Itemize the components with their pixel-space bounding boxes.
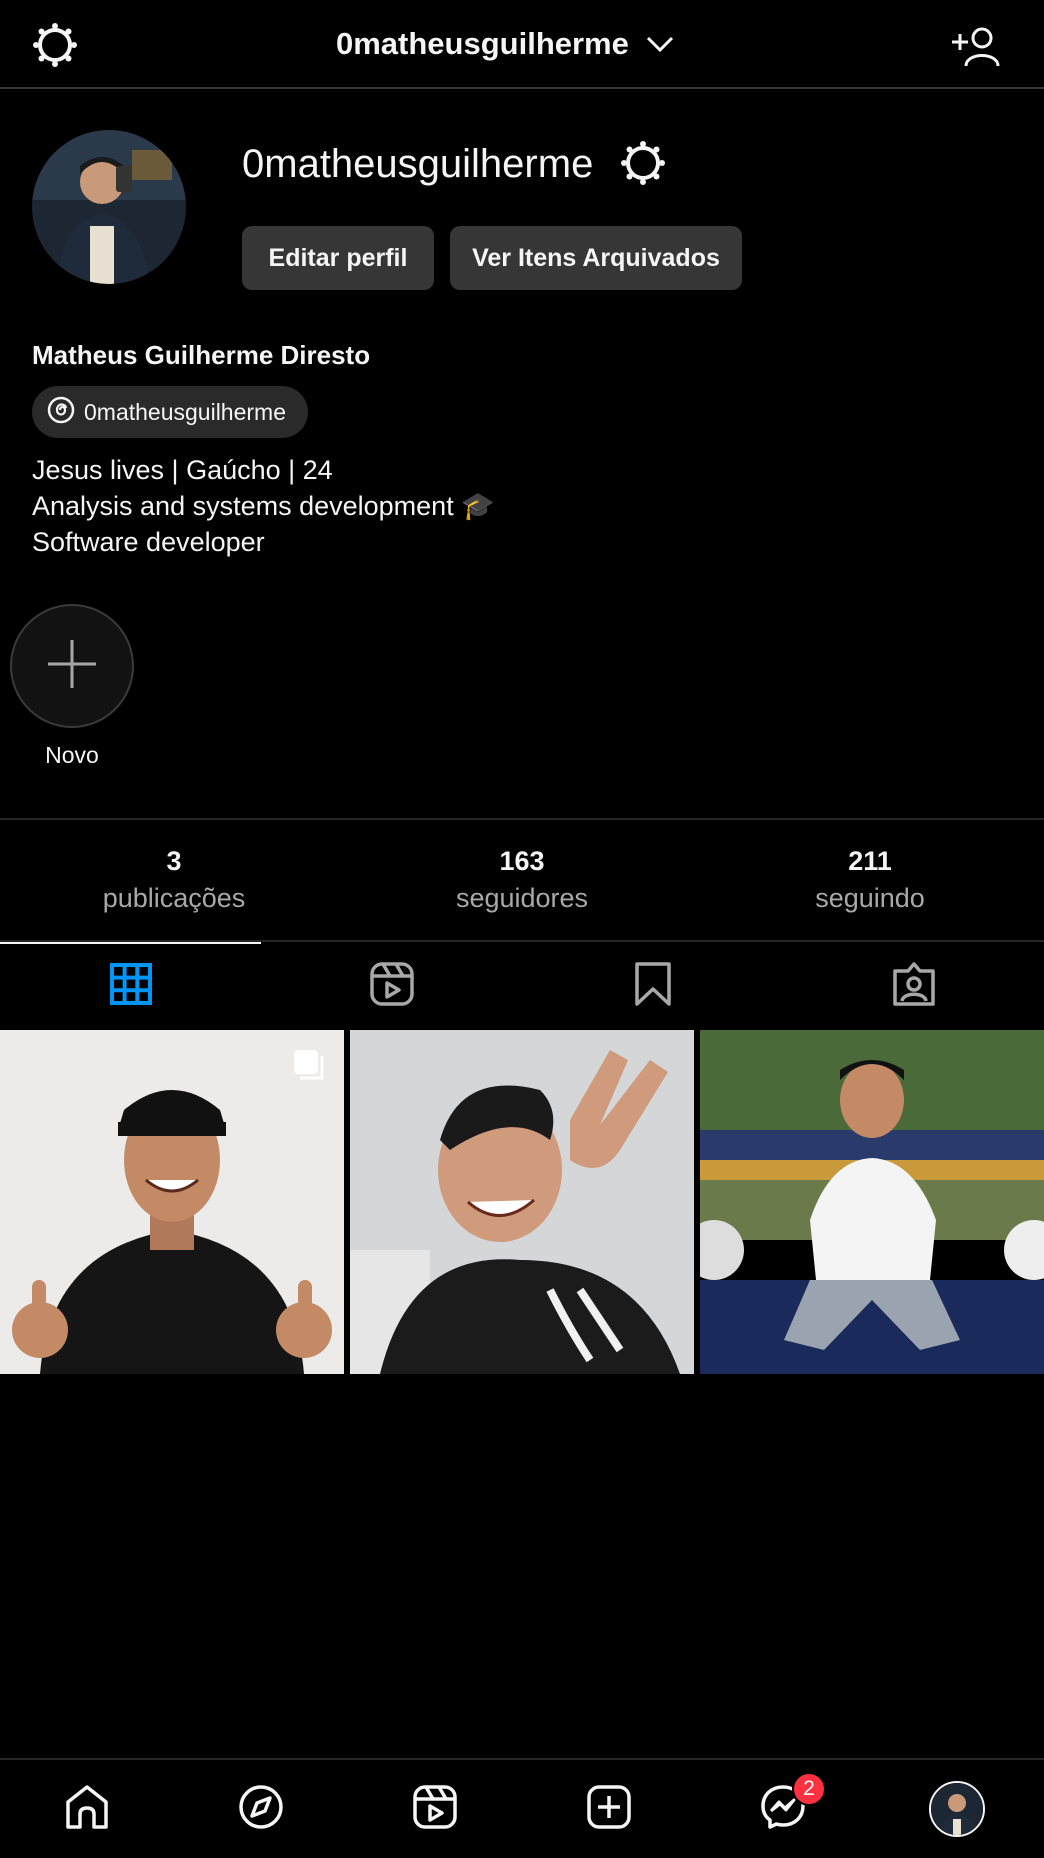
profile-stats: 3 publicações 163 seguidores 211 seguind… [0, 818, 1044, 942]
post-grid [0, 1030, 1044, 1374]
reels-icon [369, 961, 415, 1012]
post-thumbnail[interactable] [700, 1030, 1044, 1374]
explore-icon [238, 1784, 284, 1835]
nav-messages[interactable]: 2 [696, 1760, 870, 1858]
stat-following[interactable]: 211 seguindo [696, 820, 1044, 940]
stat-value: 3 [166, 846, 182, 876]
message-badge: 2 [792, 1772, 826, 1806]
bio-line: Software developer [32, 527, 265, 557]
view-archive-button[interactable]: Ver Itens Arquivados [450, 226, 742, 290]
nav-create[interactable] [522, 1760, 696, 1858]
threads-badge[interactable]: 0matheusguilherme [32, 386, 308, 438]
header-username: 0matheusguilherme [336, 26, 629, 61]
tab-reels[interactable] [261, 942, 522, 1030]
nav-home[interactable] [0, 1760, 174, 1858]
grid-icon [109, 962, 153, 1011]
tab-posts[interactable] [0, 942, 261, 1030]
add-user-icon[interactable] [950, 24, 1002, 68]
threads-icon[interactable] [620, 140, 666, 186]
new-highlight-button[interactable] [10, 604, 134, 728]
post-thumbnail[interactable] [350, 1030, 694, 1374]
profile-username: 0matheusguilherme [242, 142, 594, 186]
nav-explore[interactable] [174, 1760, 348, 1858]
bio-line: Analysis and systems development 🎓 [32, 491, 495, 521]
highlight-label: Novo [45, 742, 99, 768]
top-bar: 0matheusguilherme [0, 0, 1044, 89]
nav-profile[interactable] [870, 1760, 1044, 1858]
profile-tabs [0, 942, 1044, 1030]
stat-posts[interactable]: 3 publicações [0, 820, 348, 940]
bio-line: Jesus lives | Gaúcho | 24 [32, 455, 333, 485]
saved-icon [633, 961, 673, 1012]
stat-value: 211 [848, 846, 892, 876]
stat-label: publicações [102, 883, 246, 913]
threads-handle: 0matheusguilherme [84, 398, 287, 425]
threads-logo-icon [46, 395, 76, 430]
tagged-icon [891, 961, 937, 1012]
home-icon [64, 1784, 110, 1835]
tab-tagged[interactable] [783, 942, 1044, 1030]
profile-avatar[interactable] [32, 130, 186, 284]
profile-avatar [929, 1781, 985, 1837]
tab-saved[interactable] [522, 942, 783, 1030]
bio: Jesus lives | Gaúcho | 24 Analysis and s… [32, 452, 495, 560]
stat-label: seguidores [455, 883, 589, 913]
full-name: Matheus Guilherme Diresto [32, 340, 371, 370]
create-icon [586, 1784, 632, 1835]
plus-icon [46, 638, 98, 695]
post-thumbnail[interactable] [0, 1030, 344, 1374]
stat-value: 163 [499, 846, 545, 876]
threads-icon[interactable] [32, 22, 78, 68]
edit-profile-button[interactable]: Editar perfil [242, 226, 434, 290]
nav-reels[interactable] [348, 1760, 522, 1858]
bottom-navigation: 2 [0, 1758, 1044, 1858]
account-switcher[interactable]: 0matheusguilherme [336, 26, 675, 62]
carousel-icon [292, 1048, 326, 1087]
chevron-down-icon [645, 26, 675, 62]
stat-label: seguindo [815, 883, 925, 913]
reels-icon [412, 1784, 458, 1835]
stat-followers[interactable]: 163 seguidores [348, 820, 696, 940]
